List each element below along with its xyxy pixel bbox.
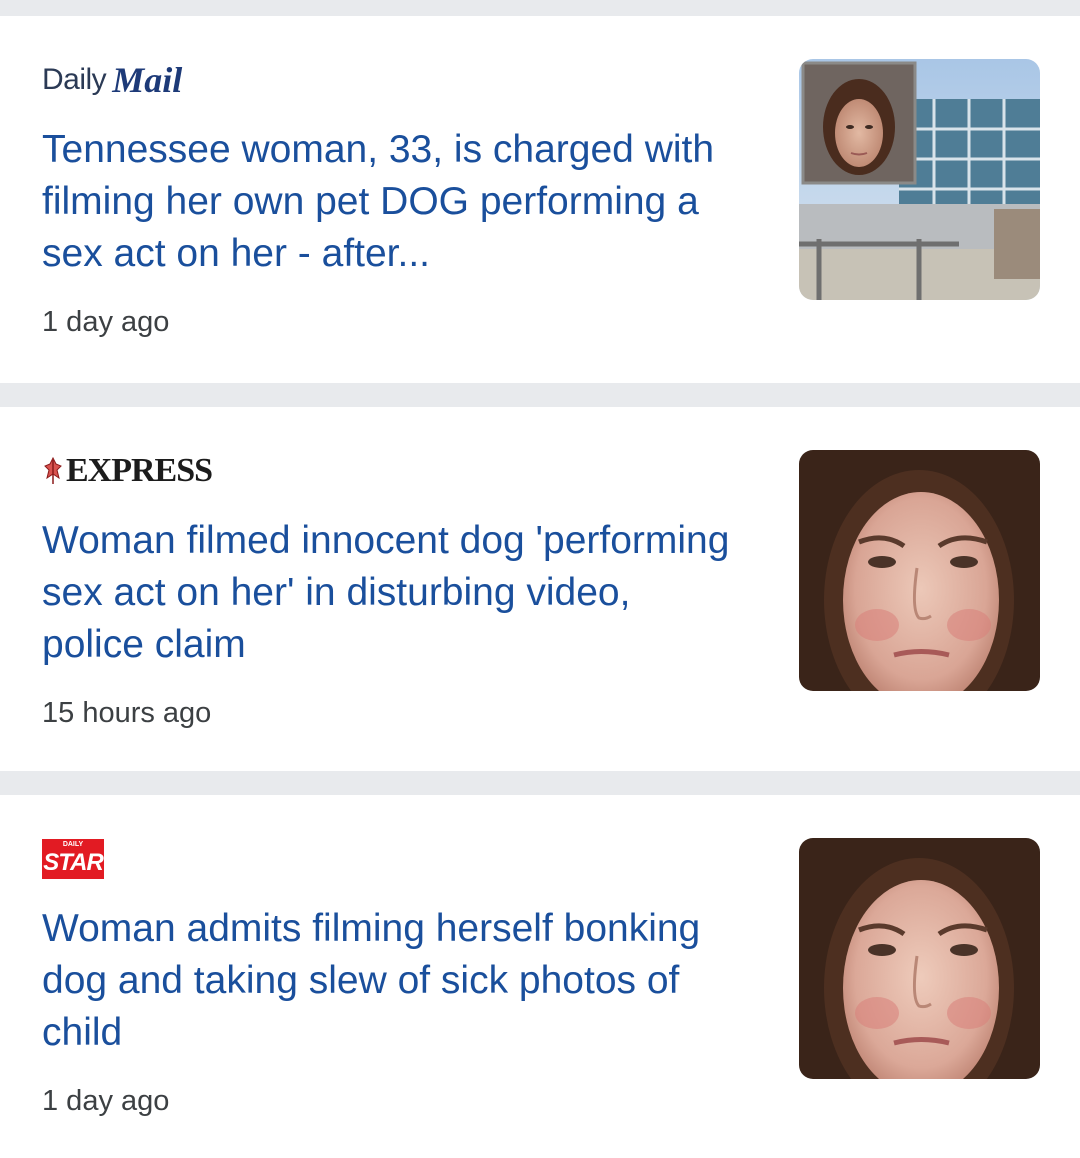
article-thumbnail-image[interactable] bbox=[799, 59, 1040, 300]
news-feed: Daily Mail Tennessee woman, 33, is charg… bbox=[0, 0, 1080, 1158]
article-card[interactable]: EXPRESS Woman filmed innocent dog 'perfo… bbox=[0, 407, 1080, 771]
article-headline[interactable]: Tennessee woman, 33, is charged with fil… bbox=[42, 124, 742, 280]
article-timestamp: 1 day ago bbox=[42, 1085, 170, 1117]
article-headline[interactable]: Woman admits filming herself bonking dog… bbox=[42, 903, 742, 1059]
source-logo-daily-mail: Daily Mail bbox=[42, 60, 182, 100]
source-logo-part: Mail bbox=[112, 60, 183, 100]
source-logo-part: STAR bbox=[43, 849, 104, 876]
source-logo-part: DAILY bbox=[62, 841, 84, 848]
source-logo-part: EXPRESS bbox=[66, 452, 213, 489]
article-thumbnail-image[interactable] bbox=[799, 450, 1040, 691]
article-thumbnail-image[interactable] bbox=[799, 838, 1040, 1079]
source-logo-daily-star: DAILY STAR bbox=[42, 839, 104, 879]
article-timestamp: 15 hours ago bbox=[42, 697, 212, 729]
source-logo-express: EXPRESS bbox=[42, 451, 213, 491]
article-timestamp: 1 day ago bbox=[42, 306, 170, 338]
article-headline[interactable]: Woman filmed innocent dog 'performing se… bbox=[42, 515, 742, 671]
article-card[interactable]: Daily Mail Tennessee woman, 33, is charg… bbox=[0, 16, 1080, 383]
star-logo-badge: DAILY STAR bbox=[42, 839, 104, 879]
crusader-crest-icon bbox=[44, 456, 62, 484]
article-card[interactable]: DAILY STAR Woman admits filming herself … bbox=[0, 795, 1080, 1158]
source-logo-part: Daily bbox=[42, 63, 107, 96]
